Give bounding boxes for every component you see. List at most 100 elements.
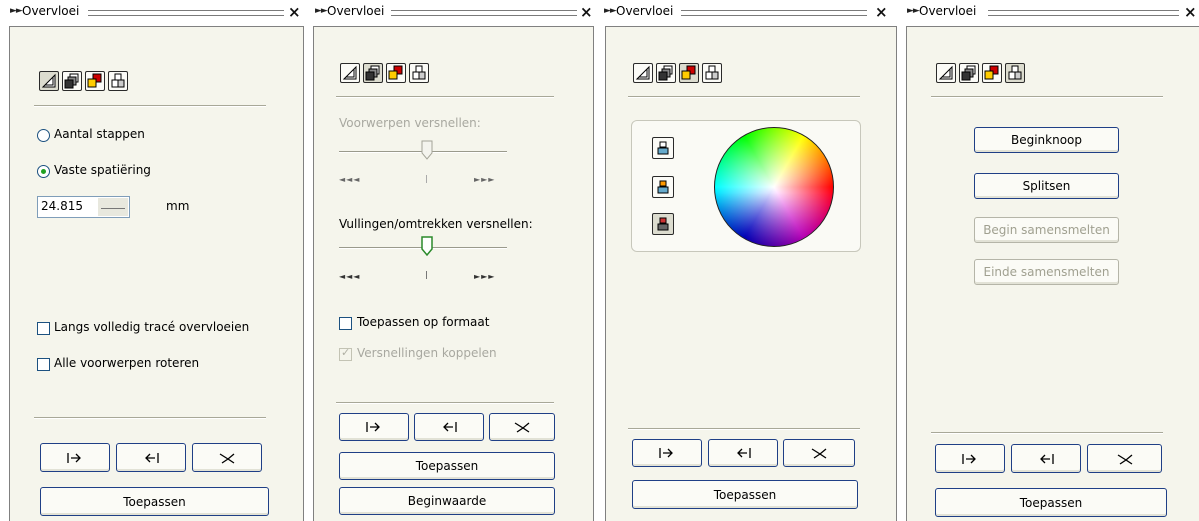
clockwise-path-icon <box>657 180 669 194</box>
grip-lines <box>681 10 867 16</box>
check-rotate-all[interactable] <box>37 358 50 371</box>
close-icon[interactable]: × <box>1184 3 1197 21</box>
clockwise-path-button[interactable] <box>708 439 778 467</box>
radio-fixed-spacing[interactable] <box>37 165 50 178</box>
apply-button[interactable]: Toepassen <box>339 452 555 480</box>
tab-acceleration[interactable] <box>62 71 82 91</box>
tab-color[interactable] <box>982 63 1002 83</box>
color-icon <box>388 65 403 80</box>
tab-steps[interactable] <box>633 63 653 83</box>
tab-steps[interactable] <box>340 63 360 83</box>
tab-acceleration[interactable] <box>363 63 383 83</box>
docker-body: Beginknoop Splitsen Begin samensmelten E… <box>906 26 1199 521</box>
split-button[interactable]: Splitsen <box>974 173 1119 199</box>
docker-titlebar[interactable]: ►► Overvloei × <box>594 0 897 26</box>
counterclockwise-path-icon <box>657 217 669 231</box>
close-icon[interactable]: × <box>580 3 593 21</box>
counterclockwise-color-button[interactable] <box>652 213 674 235</box>
unit-label: mm <box>166 199 190 213</box>
grip-lines <box>88 10 284 16</box>
slider-center-tick <box>426 271 427 279</box>
direct-path-button[interactable] <box>40 443 110 472</box>
clockwise-path-icon <box>145 452 159 463</box>
color-icon <box>681 65 696 80</box>
clockwise-path-button[interactable] <box>414 413 484 441</box>
blend-panel-misc: ►► Overvloei × Beginknoop Splitsen Begin… <box>897 0 1199 521</box>
direct-path-icon <box>366 422 380 432</box>
tab-acceleration[interactable] <box>959 63 979 83</box>
clockwise-path-icon <box>1040 453 1054 464</box>
docker-body: Toepassen <box>605 26 897 521</box>
tab-misc[interactable] <box>702 63 722 83</box>
fuse-start-button[interactable]: Begin samensmelten <box>974 217 1119 243</box>
tab-misc[interactable] <box>409 63 429 83</box>
blend-panel-steps: ►► Overvloei × Aantal stappen Vaste spat… <box>0 0 305 521</box>
direct-path-button[interactable] <box>935 444 1005 473</box>
objects-accel-label: Voorwerpen versnellen: <box>339 116 481 130</box>
docker-titlebar[interactable]: ►► Overvloei × <box>305 0 594 26</box>
check-full-path-label: Langs volledig tracé overvloeien <box>54 320 250 334</box>
expand-arrows-icon[interactable]: ►► <box>10 6 23 16</box>
blend-panel-color: ►► Overvloei × Toepassen <box>594 0 897 521</box>
counterclockwise-path-button[interactable] <box>783 439 855 467</box>
counterclockwise-path-button[interactable] <box>1087 444 1162 473</box>
grip-lines <box>988 10 1179 16</box>
expand-arrows-icon[interactable]: ►► <box>315 6 328 16</box>
check-apply-size[interactable] <box>339 317 352 330</box>
docker-titlebar[interactable]: ►► Overvloei × <box>897 0 1199 26</box>
close-icon[interactable]: × <box>875 3 888 21</box>
default-button[interactable]: Beginwaarde <box>339 487 555 515</box>
apply-button[interactable]: Toepassen <box>935 488 1167 517</box>
slider-right-label: ►►► <box>474 175 496 184</box>
tab-color[interactable] <box>679 63 699 83</box>
expand-arrows-icon[interactable]: ►► <box>604 6 617 16</box>
docker-titlebar[interactable]: ►► Overvloei × <box>0 0 305 26</box>
tab-acceleration[interactable] <box>656 63 676 83</box>
tab-color[interactable] <box>85 71 105 91</box>
color-icon <box>87 73 102 88</box>
tab-misc[interactable] <box>108 71 128 91</box>
expand-arrows-icon[interactable]: ►► <box>907 6 920 16</box>
counterclockwise-path-button[interactable] <box>489 413 555 441</box>
counterclockwise-path-icon <box>514 422 530 433</box>
tab-steps[interactable] <box>936 63 956 83</box>
direct-path-button[interactable] <box>632 439 702 467</box>
separator <box>336 96 554 98</box>
start-node-button[interactable]: Beginknoop <box>974 127 1119 153</box>
tab-color[interactable] <box>386 63 406 83</box>
fuse-end-button[interactable]: Einde samensmelten <box>974 259 1119 285</box>
acceleration-icon <box>64 73 79 89</box>
check-link-accel[interactable]: ✓ <box>339 346 352 361</box>
spacing-spinner[interactable] <box>98 198 128 216</box>
objects-accel-thumb[interactable] <box>421 140 433 160</box>
clockwise-color-button[interactable] <box>652 176 674 198</box>
radio-steps[interactable] <box>37 129 50 142</box>
clockwise-path-button[interactable] <box>116 443 186 472</box>
fills-accel-thumb[interactable] <box>421 236 433 256</box>
direct-color-button[interactable] <box>652 137 674 159</box>
separator <box>931 96 1163 98</box>
docker-title: Overvloei <box>22 4 80 18</box>
tab-steps[interactable] <box>39 71 59 91</box>
apply-button[interactable]: Toepassen <box>632 480 858 509</box>
direct-path-icon <box>657 141 669 155</box>
direct-path-button[interactable] <box>339 413 409 441</box>
misc-icon <box>412 65 426 80</box>
close-icon[interactable]: × <box>288 3 301 21</box>
separator <box>34 105 266 107</box>
clockwise-path-button[interactable] <box>1011 444 1081 473</box>
acceleration-icon <box>365 65 380 81</box>
docker-title: Overvloei <box>919 4 977 18</box>
blend-panel-acceleration: ►► Overvloei × Voorwerpen versnellen: ◄◄… <box>305 0 594 521</box>
grip-lines <box>391 10 577 16</box>
separator <box>34 417 266 419</box>
counterclockwise-path-icon <box>219 452 235 464</box>
apply-button[interactable]: Toepassen <box>40 487 269 516</box>
tab-misc[interactable] <box>1005 63 1025 83</box>
radio-steps-label: Aantal stappen <box>54 127 145 141</box>
check-full-path[interactable] <box>37 322 50 335</box>
counterclockwise-path-button[interactable] <box>192 443 262 472</box>
steps-icon <box>342 65 357 80</box>
direct-path-icon <box>962 453 976 464</box>
acceleration-icon <box>961 65 976 81</box>
